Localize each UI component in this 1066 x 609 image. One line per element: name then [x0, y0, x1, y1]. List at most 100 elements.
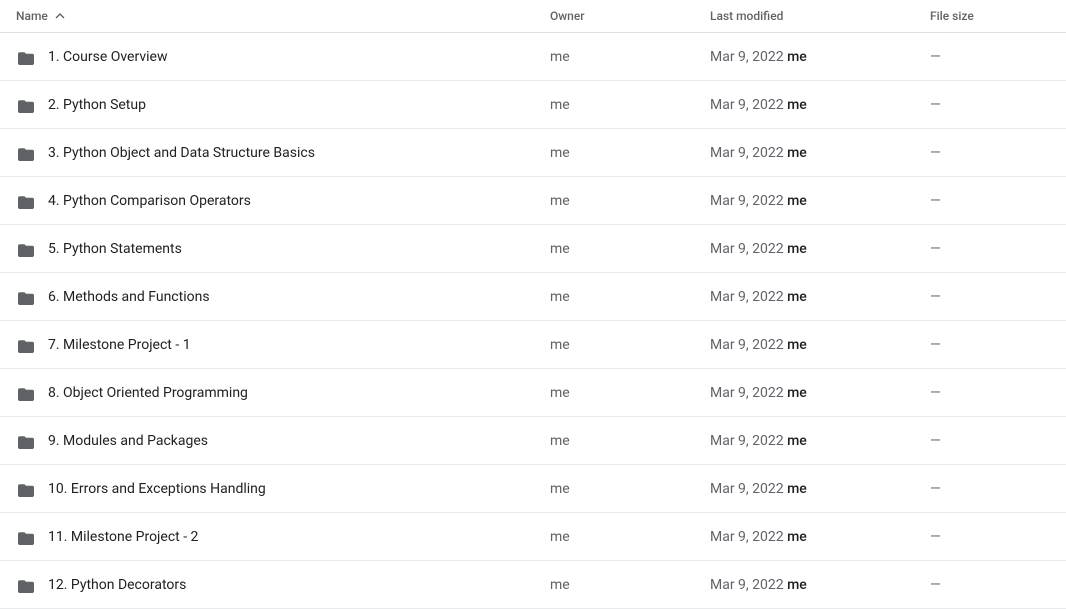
- row-modified-cell: Mar 9, 2022 me: [710, 337, 930, 353]
- row-modified-cell: Mar 9, 2022 me: [710, 481, 930, 497]
- row-name-text: 12. Python Decorators: [48, 577, 186, 593]
- modified-by: me: [787, 481, 807, 497]
- row-name-text: 11. Milestone Project - 2: [48, 529, 198, 545]
- modified-by: me: [787, 289, 807, 305]
- row-size-cell: —: [930, 577, 1050, 593]
- table-row[interactable]: 7. Milestone Project - 1 me Mar 9, 2022 …: [0, 321, 1066, 369]
- table-row[interactable]: 8. Object Oriented Programming me Mar 9,…: [0, 369, 1066, 417]
- modified-by: me: [787, 241, 807, 257]
- row-modified-cell: Mar 9, 2022 me: [710, 289, 930, 305]
- row-size-cell: —: [930, 289, 1050, 305]
- row-name-text: 7. Milestone Project - 1: [48, 337, 191, 353]
- name-header-label: Name: [16, 9, 48, 23]
- row-name-cell: 7. Milestone Project - 1: [16, 335, 550, 355]
- sort-ascending-icon: [52, 8, 68, 24]
- row-owner-cell: me: [550, 433, 710, 449]
- row-name-text: 3. Python Object and Data Structure Basi…: [48, 145, 315, 161]
- row-owner-cell: me: [550, 385, 710, 401]
- owner-column-header: Owner: [550, 9, 710, 23]
- table-row[interactable]: 10. Errors and Exceptions Handling me Ma…: [0, 465, 1066, 513]
- row-owner-cell: me: [550, 145, 710, 161]
- folder-icon: [16, 479, 36, 499]
- row-name-cell: 4. Python Comparison Operators: [16, 191, 550, 211]
- row-owner-cell: me: [550, 337, 710, 353]
- row-name-text: 9. Modules and Packages: [48, 433, 208, 449]
- row-modified-cell: Mar 9, 2022 me: [710, 193, 930, 209]
- row-modified-cell: Mar 9, 2022 me: [710, 97, 930, 113]
- row-name-text: 6. Methods and Functions: [48, 289, 210, 305]
- modified-by: me: [787, 193, 807, 209]
- row-modified-cell: Mar 9, 2022 me: [710, 241, 930, 257]
- folder-icon: [16, 287, 36, 307]
- folder-icon: [16, 47, 36, 67]
- table-row[interactable]: 5. Python Statements me Mar 9, 2022 me —: [0, 225, 1066, 273]
- table-header: Name Owner Last modified File size: [0, 0, 1066, 33]
- row-owner-cell: me: [550, 529, 710, 545]
- table-row[interactable]: 1. Course Overview me Mar 9, 2022 me —: [0, 33, 1066, 81]
- modified-by: me: [787, 385, 807, 401]
- row-name-cell: 11. Milestone Project - 2: [16, 527, 550, 547]
- row-modified-cell: Mar 9, 2022 me: [710, 433, 930, 449]
- folder-icon: [16, 575, 36, 595]
- row-name-cell: 10. Errors and Exceptions Handling: [16, 479, 550, 499]
- row-name-cell: 1. Course Overview: [16, 47, 550, 67]
- row-modified-cell: Mar 9, 2022 me: [710, 145, 930, 161]
- row-owner-cell: me: [550, 577, 710, 593]
- file-table: Name Owner Last modified File size: [0, 0, 1066, 609]
- row-size-cell: —: [930, 337, 1050, 353]
- row-name-cell: 5. Python Statements: [16, 239, 550, 259]
- table-row[interactable]: 2. Python Setup me Mar 9, 2022 me —: [0, 81, 1066, 129]
- row-name-text: 1. Course Overview: [48, 49, 167, 65]
- table-row[interactable]: 3. Python Object and Data Structure Basi…: [0, 129, 1066, 177]
- modified-by: me: [787, 529, 807, 545]
- row-size-cell: —: [930, 385, 1050, 401]
- row-name-cell: 8. Object Oriented Programming: [16, 383, 550, 403]
- modified-by: me: [787, 337, 807, 353]
- row-owner-cell: me: [550, 193, 710, 209]
- row-size-cell: —: [930, 241, 1050, 257]
- table-body: 1. Course Overview me Mar 9, 2022 me — 2…: [0, 33, 1066, 609]
- row-name-cell: 9. Modules and Packages: [16, 431, 550, 451]
- row-name-text: 2. Python Setup: [48, 97, 146, 113]
- table-row[interactable]: 9. Modules and Packages me Mar 9, 2022 m…: [0, 417, 1066, 465]
- name-column-header[interactable]: Name: [16, 8, 550, 24]
- table-row[interactable]: 11. Milestone Project - 2 me Mar 9, 2022…: [0, 513, 1066, 561]
- folder-icon: [16, 239, 36, 259]
- modified-by: me: [787, 433, 807, 449]
- row-name-text: 8. Object Oriented Programming: [48, 385, 248, 401]
- row-size-cell: —: [930, 433, 1050, 449]
- table-row[interactable]: 6. Methods and Functions me Mar 9, 2022 …: [0, 273, 1066, 321]
- row-name-cell: 3. Python Object and Data Structure Basi…: [16, 143, 550, 163]
- modified-column-header: Last modified: [710, 9, 930, 23]
- row-owner-cell: me: [550, 49, 710, 65]
- row-modified-cell: Mar 9, 2022 me: [710, 529, 930, 545]
- row-owner-cell: me: [550, 289, 710, 305]
- row-size-cell: —: [930, 97, 1050, 113]
- row-modified-cell: Mar 9, 2022 me: [710, 49, 930, 65]
- row-name-cell: 12. Python Decorators: [16, 575, 550, 595]
- row-modified-cell: Mar 9, 2022 me: [710, 385, 930, 401]
- row-size-cell: —: [930, 49, 1050, 65]
- row-name-text: 5. Python Statements: [48, 241, 182, 257]
- size-column-header: File size: [930, 9, 1050, 23]
- folder-icon: [16, 527, 36, 547]
- folder-icon: [16, 383, 36, 403]
- folder-icon: [16, 191, 36, 211]
- folder-icon: [16, 143, 36, 163]
- row-name-cell: 6. Methods and Functions: [16, 287, 550, 307]
- row-size-cell: —: [930, 193, 1050, 209]
- row-owner-cell: me: [550, 241, 710, 257]
- modified-by: me: [787, 97, 807, 113]
- folder-icon: [16, 335, 36, 355]
- modified-by: me: [787, 145, 807, 161]
- row-name-cell: 2. Python Setup: [16, 95, 550, 115]
- table-row[interactable]: 4. Python Comparison Operators me Mar 9,…: [0, 177, 1066, 225]
- row-name-text: 4. Python Comparison Operators: [48, 193, 251, 209]
- modified-by: me: [787, 577, 807, 593]
- row-size-cell: —: [930, 145, 1050, 161]
- table-row[interactable]: 12. Python Decorators me Mar 9, 2022 me …: [0, 561, 1066, 609]
- folder-icon: [16, 431, 36, 451]
- row-size-cell: —: [930, 481, 1050, 497]
- row-modified-cell: Mar 9, 2022 me: [710, 577, 930, 593]
- modified-by: me: [787, 49, 807, 65]
